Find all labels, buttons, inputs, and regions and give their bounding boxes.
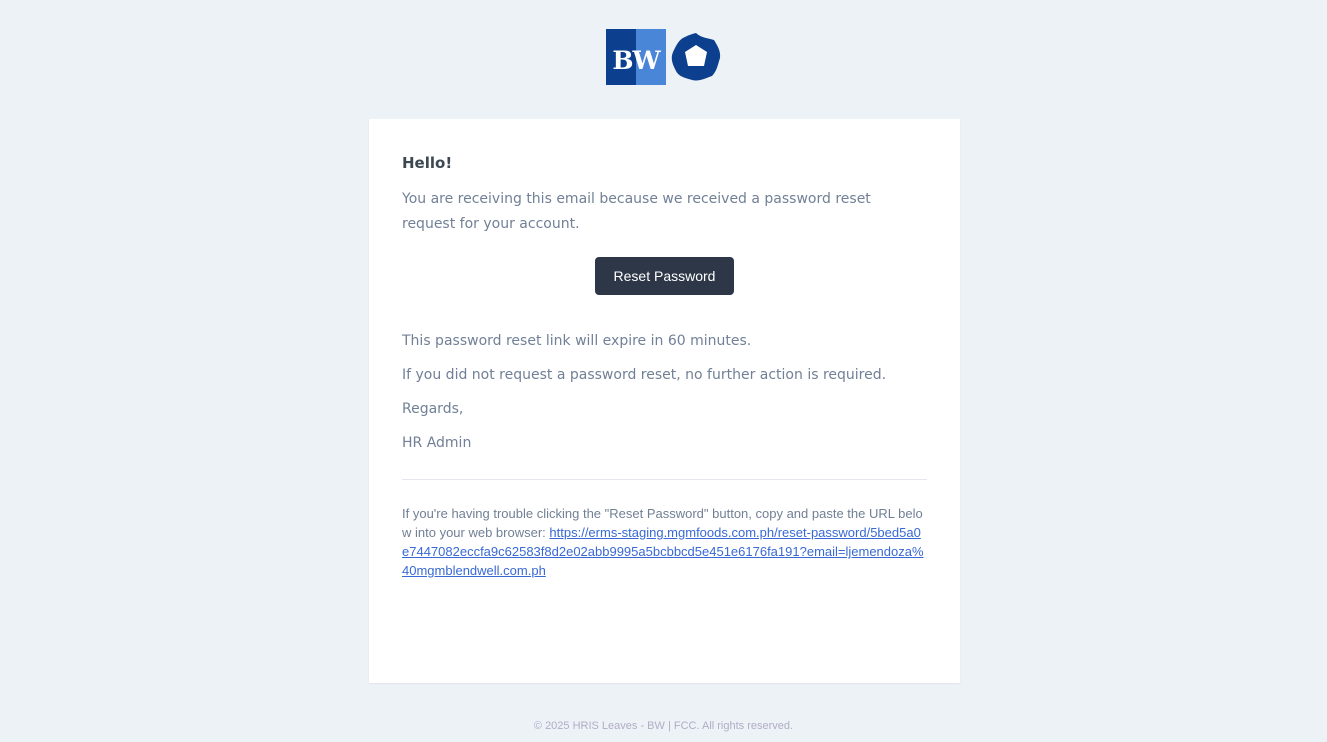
bw-logo-icon: BW	[606, 29, 666, 85]
intro-text: You are receiving this email because we …	[402, 191, 871, 232]
brand-logo[interactable]: BW	[606, 28, 726, 86]
reset-password-button[interactable]: Reset Password	[594, 257, 735, 295]
greeting-heading: Hello!	[402, 154, 453, 172]
signature: HR Admin	[402, 435, 472, 451]
email-card: Hello! You are receiving this email beca…	[369, 119, 960, 683]
no-action-note: If you did not request a password reset,…	[402, 367, 887, 383]
subcopy: If you're having trouble clicking the "R…	[402, 504, 928, 580]
flower-logo-icon	[671, 33, 721, 81]
email-page: BW Hello! You are receiving this email b…	[0, 0, 1327, 742]
salutation: Regards,	[402, 401, 464, 417]
divider	[402, 479, 927, 480]
button-container: Reset Password	[402, 257, 927, 296]
expire-note: This password reset link will expire in …	[402, 333, 752, 349]
footer-copyright: © 2025 HRIS Leaves - BW | FCC. All right…	[533, 720, 794, 732]
